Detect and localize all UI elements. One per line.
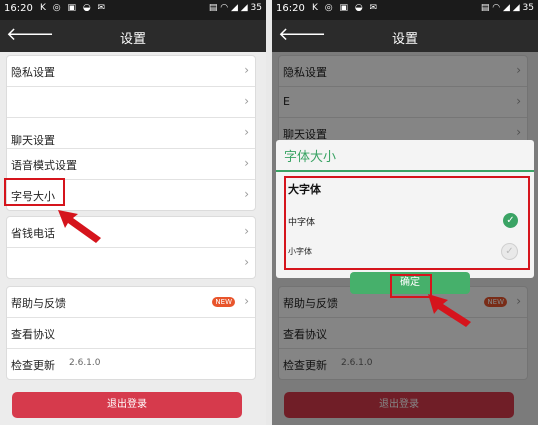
right-phone-screen: 16:20 K ◎ ▣ ◒ ✉ ▤ ◠ ◢ ◢ 35 🡐 设置 隐私设置 › E ›…	[272, 0, 538, 425]
pointer-arrow-icon	[58, 210, 101, 243]
pointer-arrow-icon	[428, 294, 471, 327]
left-phone-screen: 16:20 K ◎ ▣ ◒ ✉ ▤ ◠ ◢ ◢ 35 🡐 设置 隐私设置 › › …	[0, 0, 266, 425]
